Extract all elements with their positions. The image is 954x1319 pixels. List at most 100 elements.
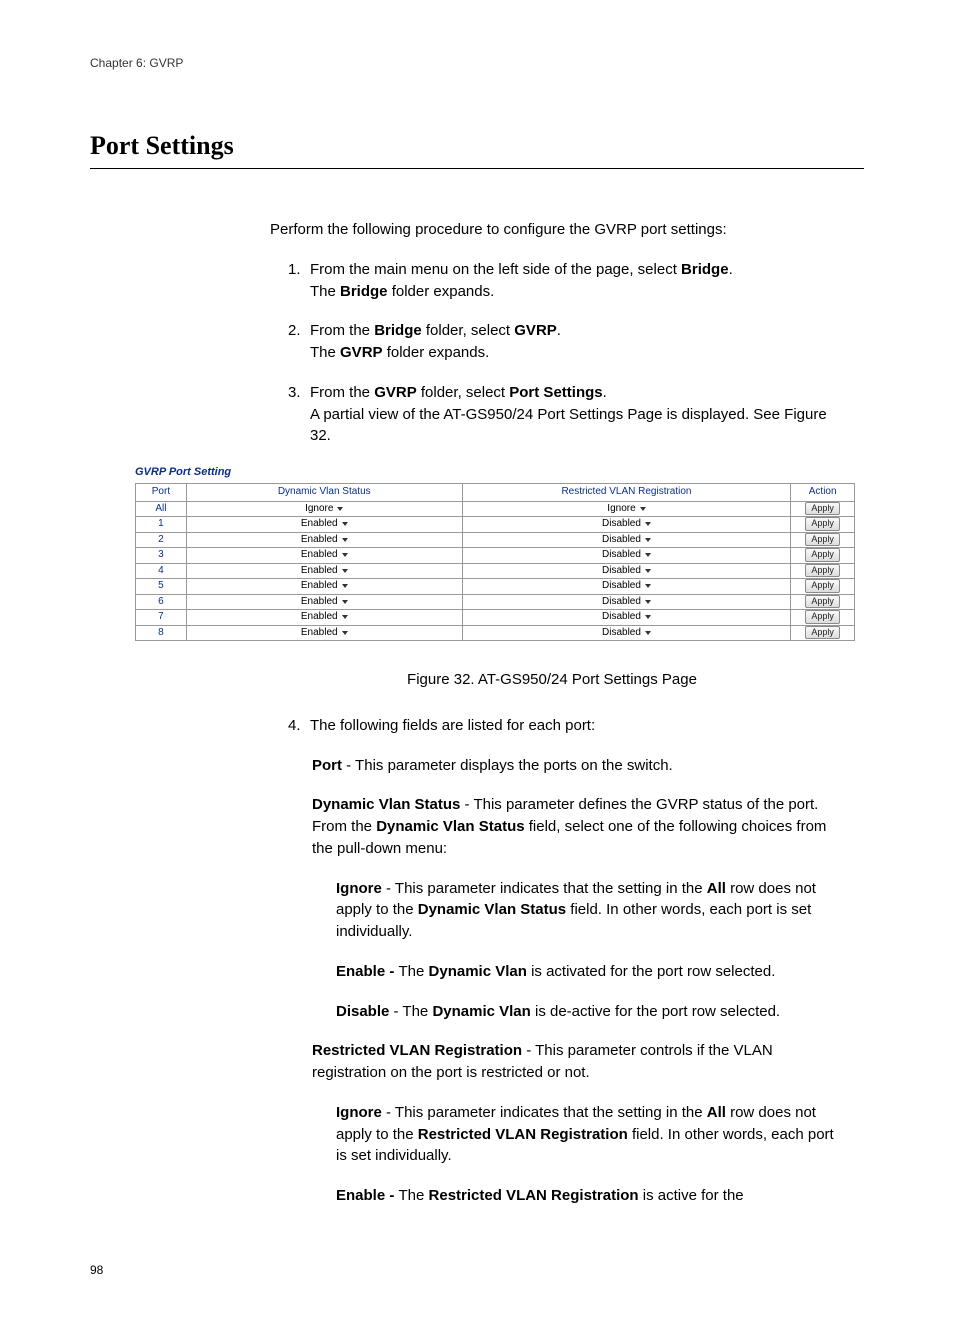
dvs-select-label: Enabled (301, 565, 338, 577)
dvs-disable-b1: Dynamic Vlan (432, 1003, 530, 1020)
def-rvr-label: Restricted VLAN Registration (312, 1042, 522, 1059)
table-row: 1EnabledDisabledApply (136, 517, 855, 533)
port-cell: 8 (136, 625, 187, 641)
dvs-enable-t2: is activated for the port row selected. (527, 963, 775, 980)
col-rvr: Restricted VLAN Registration (462, 484, 791, 502)
step-3-number: 3. (288, 382, 310, 447)
step-1-bridge: Bridge (681, 261, 729, 278)
dvs-cell: Enabled (186, 579, 462, 595)
figure-32: GVRP Port Setting Port Dynamic Vlan Stat… (90, 465, 864, 1207)
step-2-l2c: folder expands. (383, 344, 490, 361)
dvs-select[interactable]: Enabled (299, 534, 350, 546)
dvs-select[interactable]: Enabled (299, 627, 350, 639)
action-cell: Apply (791, 625, 855, 641)
rvr-select[interactable]: Disabled (600, 565, 653, 577)
chevron-down-icon (645, 538, 651, 542)
chevron-down-icon (342, 553, 348, 557)
dvs-disable-label: Disable (336, 1003, 389, 1020)
chapter-header: Chapter 6: GVRP (90, 55, 864, 72)
def-dvs-disable: Disable - The Dynamic Vlan is de-active … (336, 1001, 834, 1023)
rvr-select[interactable]: Disabled (600, 580, 653, 592)
chevron-down-icon (342, 569, 348, 573)
port-cell: 7 (136, 610, 187, 626)
step-1-line1-a: From the main menu on the left side of t… (310, 261, 681, 278)
port-cell: 2 (136, 532, 187, 548)
rvr-cell: Disabled (462, 532, 791, 548)
port-cell: 5 (136, 579, 187, 595)
rvr-select[interactable]: Ignore (605, 503, 647, 515)
table-row: 3 Enabled Disabled Apply (136, 548, 855, 564)
rvr-select[interactable]: Disabled (600, 518, 653, 530)
port-cell: 3 (136, 548, 187, 564)
apply-button[interactable]: Apply (805, 564, 840, 578)
intro-text: Perform the following procedure to confi… (270, 219, 834, 241)
rvr-select-label: Disabled (602, 534, 641, 546)
port-cell: 4 (136, 563, 187, 579)
rvr-select-label: Ignore (607, 503, 635, 515)
port-cell: 6 (136, 594, 187, 610)
rvr-select[interactable]: Disabled (600, 549, 653, 561)
chevron-down-icon (645, 584, 651, 588)
step-3-l1a: From the (310, 384, 374, 401)
table-row: 6 Enabled Disabled Apply (136, 594, 855, 610)
chevron-down-icon (342, 615, 348, 619)
apply-button[interactable]: Apply (805, 626, 840, 640)
dvs-select[interactable]: Ignore (303, 503, 345, 515)
dvs-select-label: Enabled (301, 627, 338, 639)
dvs-select[interactable]: Enabled (299, 611, 350, 623)
table-row: All Ignore Ignore Apply (136, 501, 855, 517)
def-port-text: - This parameter displays the ports on t… (342, 757, 673, 774)
apply-button[interactable]: Apply (805, 610, 840, 624)
col-action: Action (791, 484, 855, 502)
dvs-select[interactable]: Enabled (299, 518, 350, 530)
chevron-down-icon (645, 615, 651, 619)
def-dvs-label: Dynamic Vlan Status (312, 796, 460, 813)
chevron-down-icon (342, 522, 348, 526)
dvs-enable-b1: Dynamic Vlan (429, 963, 527, 980)
step-2-l2a: The (310, 344, 340, 361)
apply-button[interactable]: Apply (805, 502, 840, 516)
step-3-l1c: folder, select (417, 384, 510, 401)
dvs-ignore-label: Ignore (336, 880, 382, 897)
dvs-ignore-b2: Dynamic Vlan Status (418, 901, 566, 918)
step-1-line2-a: The (310, 283, 340, 300)
rvr-select[interactable]: Disabled (600, 627, 653, 639)
dvs-enable-t1: The (399, 963, 429, 980)
chevron-down-icon (645, 600, 651, 604)
rvr-cell: Disabled (462, 579, 791, 595)
dvs-select-label: Ignore (305, 503, 333, 515)
rvr-select[interactable]: Disabled (600, 596, 653, 608)
action-cell: Apply (791, 563, 855, 579)
step-4: 4. The following fields are listed for e… (288, 715, 834, 737)
port-cell: All (136, 501, 187, 517)
chevron-down-icon (645, 553, 651, 557)
chevron-down-icon (342, 584, 348, 588)
step-1: 1. From the main menu on the left side o… (288, 259, 834, 303)
rvr-select-label: Disabled (602, 565, 641, 577)
chevron-down-icon (342, 631, 348, 635)
def-rvr: Restricted VLAN Registration - This para… (312, 1040, 834, 1084)
step-2-gvrp: GVRP (514, 322, 557, 339)
def-dvs-b1: Dynamic Vlan Status (376, 818, 524, 835)
figure-caption: Figure 32. AT-GS950/24 Port Settings Pag… (270, 669, 834, 691)
col-dvs: Dynamic Vlan Status (186, 484, 462, 502)
apply-button[interactable]: Apply (805, 548, 840, 562)
apply-button[interactable]: Apply (805, 595, 840, 609)
dvs-select[interactable]: Enabled (299, 580, 350, 592)
dvs-select[interactable]: Enabled (299, 565, 350, 577)
dvs-select[interactable]: Enabled (299, 596, 350, 608)
chevron-down-icon (645, 522, 651, 526)
apply-button[interactable]: Apply (805, 579, 840, 593)
rvr-select[interactable]: Disabled (600, 534, 653, 546)
apply-button[interactable]: Apply (805, 517, 840, 531)
step-3-gvrp: GVRP (374, 384, 417, 401)
apply-button[interactable]: Apply (805, 533, 840, 547)
rvr-select-label: Disabled (602, 596, 641, 608)
def-dvs-ignore: Ignore - This parameter indicates that t… (336, 878, 834, 943)
dvs-select-label: Enabled (301, 518, 338, 530)
chevron-down-icon (640, 507, 646, 511)
dvs-select[interactable]: Enabled (299, 549, 350, 561)
rvr-cell: Disabled (462, 625, 791, 641)
step-2-bridge: Bridge (374, 322, 422, 339)
rvr-select[interactable]: Disabled (600, 611, 653, 623)
